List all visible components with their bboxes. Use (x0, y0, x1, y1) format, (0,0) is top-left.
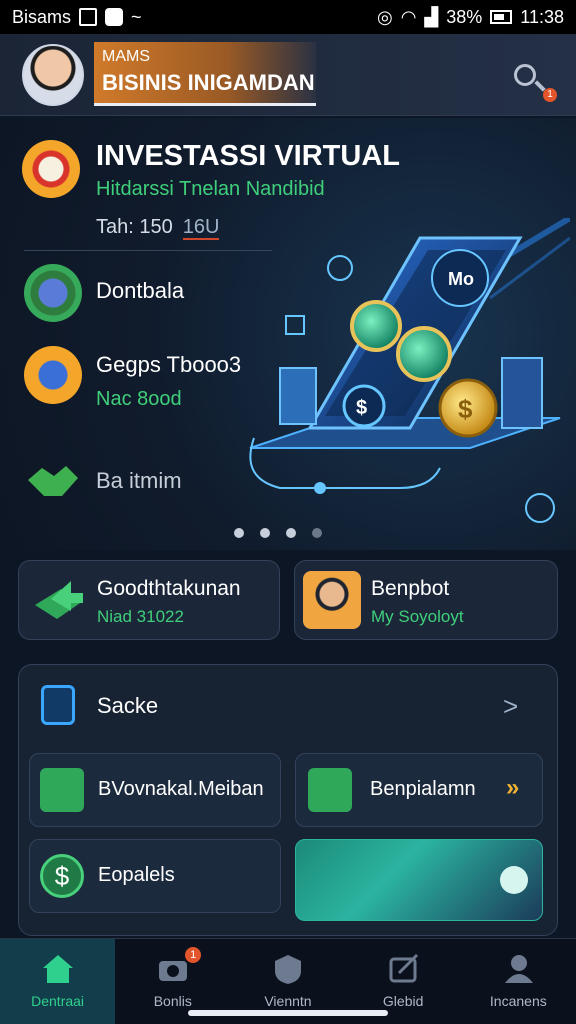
double-chevron-icon: » (506, 774, 520, 801)
carousel-dot[interactable] (234, 528, 244, 538)
hero-meta-value: 16U (182, 216, 220, 240)
hero-item-label[interactable]: Dontbala (96, 278, 184, 304)
svg-text:$: $ (458, 394, 473, 424)
carousel-dot[interactable] (260, 528, 270, 538)
card-sub: Niad 31022 (97, 607, 184, 626)
dollar-icon: $ (40, 854, 84, 898)
clock-icon (500, 866, 528, 894)
carousel-dots (234, 528, 322, 538)
briefcase-icon (308, 768, 352, 812)
status-bar: Bisams ~ ◎ ◠ ▟ 38% 11:38 (0, 0, 576, 34)
app-header: MAMS BISINIS INIGAMDAN 1 (0, 34, 576, 116)
brand-block: MAMS BISINIS INIGAMDAN (94, 42, 316, 106)
tile-label: Benpialamn (370, 778, 476, 800)
agent-avatar (303, 571, 361, 629)
tile-label: BVovnakal.Meiban (98, 778, 264, 800)
hero-banner[interactable]: INVESTASSI VIRTUAL Hitdarssi Tnelan Nand… (0, 118, 576, 550)
services-panel: Sacke > BVovnakal.Meiban Benpialamn » $ … (18, 664, 558, 936)
vibrate-icon: ◎ (376, 6, 393, 27)
money-transfer-icon (35, 581, 83, 619)
brand-subtitle: MAMS (102, 48, 150, 65)
user-icon (504, 955, 533, 983)
handshake-icon (28, 466, 78, 496)
notification-badge: 1 (543, 88, 557, 102)
signal-icon: ▟ (424, 6, 439, 27)
card-benpbot[interactable]: Benpbot My Soyoloyt (294, 560, 558, 640)
image-notification-icon (79, 8, 98, 26)
hero-subtitle: Hitdarssi Tnelan Nandibid (96, 178, 325, 200)
nav-badge: 1 (185, 947, 202, 963)
investment-box-icon (22, 140, 80, 198)
phone-label: Mo (448, 269, 474, 289)
document-icon (41, 685, 75, 725)
battery-percent: 38% (446, 6, 483, 27)
shield-icon (275, 955, 302, 984)
hero-item-label[interactable]: Ba itmim (96, 468, 182, 494)
app-notification-icon (105, 8, 124, 26)
edit-icon (389, 953, 418, 983)
card-title: Benpbot (371, 577, 450, 600)
nav-item-home[interactable]: Dentraai (0, 939, 116, 1024)
tile-label: Eopalels (98, 864, 175, 886)
wave-icon: ~ (131, 6, 142, 27)
phone-illustration: Mo $ $ (249, 218, 570, 523)
avatar[interactable] (22, 44, 84, 106)
hero-title: INVESTASSI VIRTUAL (96, 140, 400, 172)
tile-eopalels[interactable]: $ Eopalels (29, 839, 281, 913)
home-icon (43, 955, 73, 983)
card-goodthtakunan[interactable]: Goodthtakunan Niad 31022 (18, 560, 280, 640)
carousel-dot[interactable] (286, 528, 296, 538)
svg-text:$: $ (356, 397, 367, 419)
card-title: Goodthtakunan (97, 577, 241, 600)
tile-benpialamn[interactable]: Benpialamn » (295, 753, 543, 827)
panel-title: Sacke (97, 693, 159, 718)
hero-item-sub: Nac 8ood (96, 388, 182, 410)
home-indicator[interactable] (188, 1010, 388, 1016)
search-icon (514, 64, 536, 86)
nav-label: Dentraai (31, 993, 85, 1009)
tile-bvovnakal[interactable]: BVovnakal.Meiban (29, 753, 281, 827)
chevron-right-icon[interactable]: > (503, 691, 518, 722)
tile-promo[interactable] (295, 839, 543, 921)
growth-chart-icon (40, 768, 84, 812)
nav-label: Glebid (382, 993, 424, 1009)
hero-item-label[interactable]: Gegps Tbooo3 (96, 352, 241, 378)
hero-divider (24, 250, 272, 251)
wifi-icon: ◠ (400, 6, 417, 27)
nav-item-incanens[interactable]: Incanens (461, 939, 576, 1024)
card-sub: My Soyoloyt (371, 607, 464, 626)
nav-label: Bonlis (153, 993, 192, 1009)
nav-label: Vienntn (264, 993, 312, 1009)
hero-meta-label: Tah: 150 (96, 216, 173, 238)
building-icon (24, 346, 82, 404)
nav-label: Incanens (489, 993, 547, 1009)
clock: 11:38 (520, 6, 564, 27)
battery-icon (490, 10, 513, 24)
hero-meta: Tah: 150 16U (96, 216, 220, 240)
carrier-label: Bisams (12, 6, 72, 27)
wallet-icon (24, 264, 82, 322)
carousel-dot[interactable] (312, 528, 322, 538)
brand-title: BISINIS INIGAMDAN (102, 70, 315, 95)
